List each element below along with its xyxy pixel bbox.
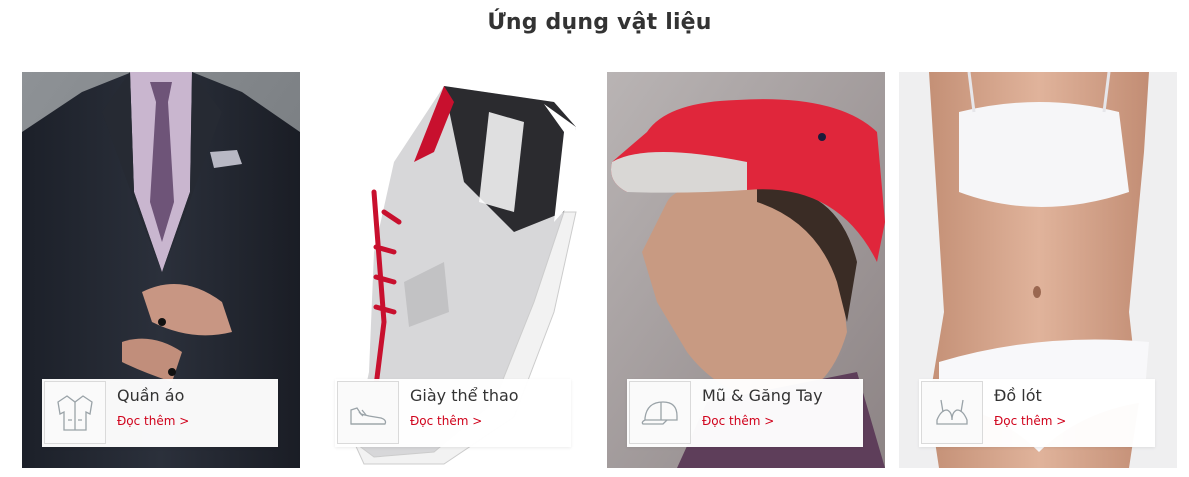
- card-hats-gloves[interactable]: Mũ & Găng Tay Đọc thêm >: [607, 72, 885, 468]
- card-clothing-label: Quần áo: [117, 386, 185, 405]
- read-more-link[interactable]: Đọc thêm >: [702, 414, 774, 428]
- jacket-icon: [44, 381, 106, 444]
- sneaker-icon: [337, 381, 399, 444]
- read-more-link[interactable]: Đọc thêm >: [410, 414, 482, 428]
- card-hats-gloves-overlay[interactable]: Mũ & Găng Tay Đọc thêm >: [627, 379, 863, 447]
- card-sneakers-overlay[interactable]: Giày thể thao Đọc thêm >: [335, 379, 571, 447]
- card-hats-gloves-label: Mũ & Găng Tay: [702, 386, 823, 405]
- card-clothing[interactable]: Quần áo Đọc thêm >: [22, 72, 300, 468]
- card-clothing-overlay[interactable]: Quần áo Đọc thêm >: [42, 379, 278, 447]
- card-sneakers[interactable]: Giày thể thao Đọc thêm >: [314, 72, 593, 468]
- bra-icon: [921, 381, 983, 444]
- card-underwear-label: Đồ lót: [994, 386, 1042, 405]
- read-more-link[interactable]: Đọc thêm >: [994, 414, 1066, 428]
- read-more-link[interactable]: Đọc thêm >: [117, 414, 189, 428]
- card-underwear[interactable]: Đồ lót Đọc thêm >: [899, 72, 1177, 468]
- card-sneakers-label: Giày thể thao: [410, 386, 519, 405]
- cap-icon: [629, 381, 691, 444]
- card-underwear-overlay[interactable]: Đồ lót Đọc thêm >: [919, 379, 1155, 447]
- section-title: Ứng dụng vật liệu: [487, 10, 712, 35]
